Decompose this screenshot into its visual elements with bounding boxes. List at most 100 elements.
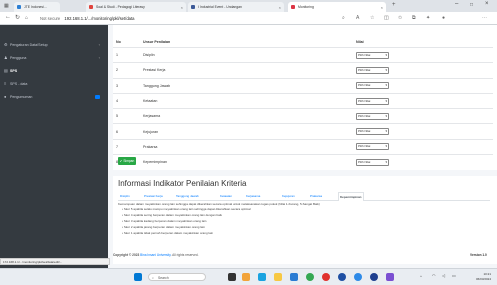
info-bullet-text: Skor 4 apabila sering berperan dalam mey… [123, 213, 222, 217]
tray-chevron-icon[interactable]: ^ [420, 274, 422, 279]
chrome-icon[interactable] [306, 273, 314, 281]
close-window-icon[interactable]: × [485, 1, 489, 7]
tab-label: Monitoring [298, 5, 314, 9]
search-icon: ⌕ [152, 276, 154, 280]
nilai-select[interactable]: Pilih Nilai ▾ [356, 97, 389, 105]
task-view-icon[interactable] [228, 273, 236, 281]
store-icon[interactable] [290, 273, 298, 281]
save-label: Simpan [123, 159, 135, 163]
footer-copyright: Copyright © 2023 Bina Insani University.… [113, 253, 199, 257]
nilai-select[interactable]: Pilih Nilai ▾ [356, 128, 389, 136]
browser-tab[interactable]: Soal & Studi - Pedagogi Literasy × [86, 2, 186, 12]
nilai-select[interactable]: Pilih Nilai ▾ [356, 112, 389, 120]
column-header-unsur: Unsur Penilaian [143, 40, 171, 44]
info-bullet-text: Skor 1 apabila tidak pernah berperan dal… [123, 231, 214, 235]
profile-icon[interactable]: ● [442, 15, 445, 21]
tab-kepemimpinan[interactable]: Kepemimpinan [338, 192, 364, 201]
tab-label: JTE Indonesi… [24, 5, 48, 9]
file-explorer-icon[interactable] [274, 273, 282, 281]
app-icon[interactable] [370, 273, 378, 281]
select-value: Pilih Nilai [358, 159, 371, 164]
nilai-select[interactable]: Pilih Nilai ▾ [356, 66, 389, 74]
row-unsur: Kejujuran [125, 123, 334, 140]
battery-icon[interactable]: ▭ [452, 273, 456, 278]
sidebar-item-setup[interactable]: ⚙ Pengaturan Data/Setup ‹ [0, 39, 108, 50]
close-tab-icon[interactable]: × [181, 5, 183, 10]
tab-label: Soal & Studi - Pedagogi Literasy [96, 5, 145, 9]
wifi-icon[interactable]: ◠ [432, 273, 436, 278]
nilai-select[interactable]: Pilih Nilai ▾ [356, 158, 389, 166]
window-menu-icon[interactable]: ▦ [4, 3, 9, 9]
new-tab-icon[interactable]: + [392, 2, 396, 8]
table-row: 1 Disiplin Pilih Nilai ▾ [113, 46, 493, 63]
refresh-icon[interactable]: ↻ [15, 14, 20, 21]
app-icon[interactable] [338, 273, 346, 281]
app-icon[interactable] [386, 273, 394, 281]
favorites-icon[interactable]: ✩ [398, 15, 402, 21]
tab-kerjasama[interactable]: Kerjasama [246, 192, 260, 200]
browser-tab[interactable]: I Industrial Event - Undangan × [188, 2, 284, 12]
zoom-icon[interactable]: ⌕ [342, 15, 345, 21]
browser-tab-active[interactable]: Monitoring × [288, 2, 386, 12]
volume-icon[interactable]: ◁ [442, 273, 445, 278]
select-value: Pilih Nilai [358, 144, 371, 149]
sidebar-item-pengguna[interactable]: ♟ Pengguna ‹ [0, 52, 108, 63]
tab-disiplin[interactable]: Disiplin [120, 192, 130, 200]
url-field[interactable]: Not secure 192.168.1.1/.../monitoring/pk… [40, 15, 300, 22]
save-button[interactable]: ✔ Simpan [118, 157, 136, 165]
collections-icon[interactable]: ⧉ [412, 15, 416, 21]
info-bullet: • Skor 4 apabila sering berperan dalam m… [122, 213, 222, 217]
chevron-left-icon: ‹ [98, 42, 100, 47]
widgets-icon[interactable] [242, 273, 250, 281]
more-options-icon[interactable]: ⋯ [482, 15, 487, 21]
sidebar-item-sps-data[interactable]: ≡ SPS - data [0, 78, 108, 89]
select-value: Pilih Nilai [358, 98, 371, 103]
read-aloud-icon[interactable]: A [356, 15, 359, 21]
copyright-link[interactable]: Bina Insani University [140, 253, 170, 257]
chevron-down-icon: ▾ [385, 83, 387, 88]
maximize-icon[interactable]: □ [470, 2, 473, 8]
column-header-no: No [116, 40, 121, 44]
save-icon: ✔ [119, 159, 123, 163]
edge-icon[interactable] [258, 273, 266, 281]
info-bullet-text: Skor 5 apabila selalu mampu meyakinkan o… [123, 207, 251, 211]
row-unsur: Kerjasama [125, 108, 334, 124]
app-icon[interactable] [354, 273, 362, 281]
select-value: Pilih Nilai [358, 113, 371, 118]
url-text: 192.168.1.1/.../monitoring/pkl/set/data [64, 15, 135, 21]
tab-prakarsa[interactable]: Prakarsa [310, 192, 322, 200]
back-icon[interactable]: ← [5, 14, 11, 20]
close-tab-icon[interactable]: × [381, 5, 383, 10]
minimize-icon[interactable]: – [455, 1, 458, 7]
tab-kejujuran[interactable]: Kejujuran [282, 192, 295, 200]
nilai-select[interactable]: Pilih Nilai ▾ [356, 143, 389, 151]
chevron-down-icon: ▾ [385, 159, 387, 164]
chevron-down-icon: ▾ [385, 98, 387, 103]
chevron-down-icon: ▾ [385, 129, 387, 134]
sidebar: ⚙ Pengaturan Data/Setup ‹ ♟ Pengguna ‹ ▤… [0, 25, 108, 268]
info-tabs: Disiplin Prestasi Kerja Tanggung Jawab K… [118, 192, 490, 201]
split-screen-icon[interactable]: ◫ [384, 15, 389, 21]
opera-icon[interactable] [322, 273, 330, 281]
tab-prestasi-kerja[interactable]: Prestasi Kerja [144, 192, 163, 200]
extensions-icon[interactable]: ✦ [426, 15, 430, 21]
tab-favicon-icon [291, 5, 295, 9]
browser-tab[interactable]: JTE Indonesi… [14, 2, 60, 12]
nilai-select[interactable]: Pilih Nilai ▾ [356, 51, 389, 59]
table-row: 8 Kepemimpinan Pilih Nilai ▾ [113, 154, 493, 170]
tab-tanggung-jawab[interactable]: Tanggung Jawab [176, 192, 199, 200]
tab-ketaatan[interactable]: Ketaatan [220, 192, 232, 200]
sidebar-item-sps[interactable]: ▤ SPS [0, 65, 108, 76]
start-icon[interactable] [134, 273, 142, 281]
favorite-star-icon[interactable]: ☆ [370, 15, 374, 21]
home-icon[interactable]: ⌂ [25, 15, 28, 21]
table-row: 7 Prakarsa Pilih Nilai ▾ [113, 138, 493, 155]
taskbar-search[interactable]: ⌕ Search [148, 273, 206, 281]
sidebar-item-label: Pengguna [10, 55, 27, 60]
clock[interactable]: 10:21 06/03/2024 [476, 272, 491, 281]
sidebar-item-pengumuman[interactable]: ● Pengumuman [0, 91, 108, 102]
assessment-table: No Unsur Penilaian Nilai 1 Disiplin Pilih … [113, 37, 493, 170]
table-row: 4 Ketaatan Pilih Nilai ▾ [113, 92, 493, 109]
close-tab-icon[interactable]: × [279, 5, 281, 10]
nilai-select[interactable]: Pilih Nilai ▾ [356, 82, 389, 90]
